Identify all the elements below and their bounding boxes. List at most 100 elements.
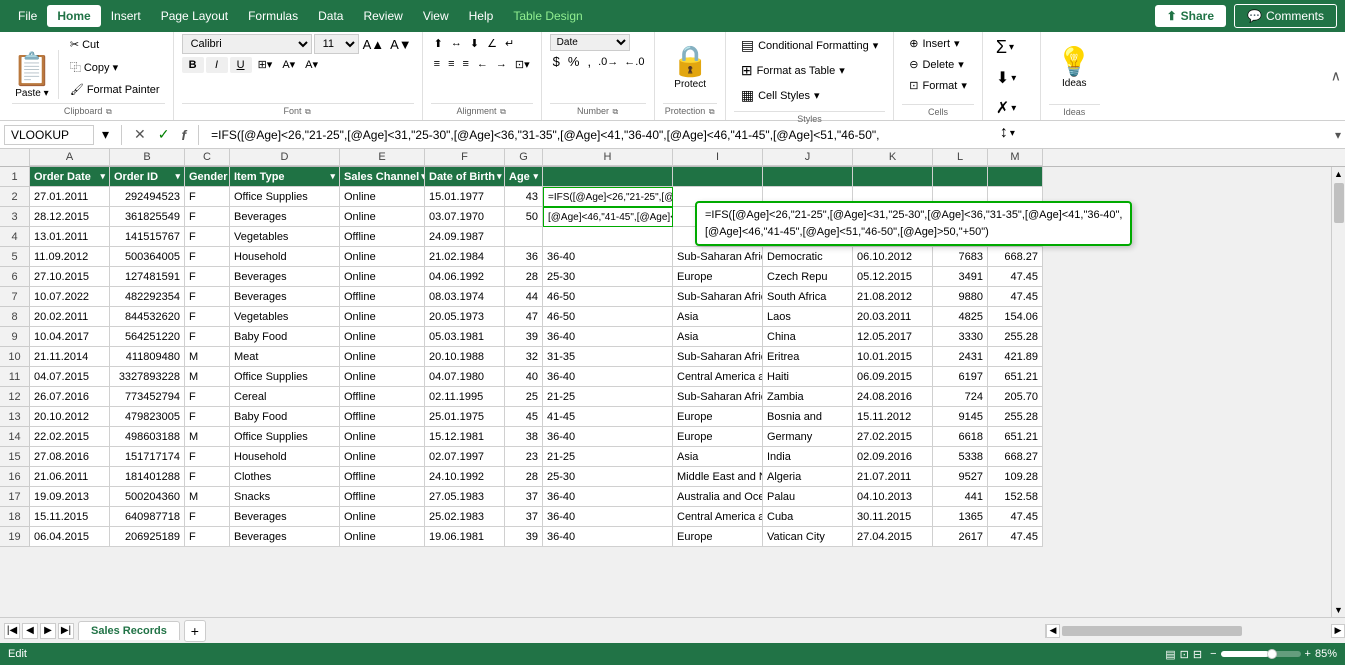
wrap-text-button[interactable]: ↵ <box>502 34 517 53</box>
cell-M7[interactable]: 47.45 <box>988 287 1043 307</box>
cell-J1[interactable] <box>763 167 853 187</box>
cell-L13[interactable]: 9145 <box>933 407 988 427</box>
percent-button[interactable]: % <box>565 53 583 70</box>
font-color-button[interactable]: A▾ <box>301 56 322 73</box>
cell-M19[interactable]: 47.45 <box>988 527 1043 547</box>
cell-B15[interactable]: 151717174 <box>110 447 185 467</box>
cancel-formula-button[interactable]: ✕ <box>130 125 150 144</box>
cell-H2[interactable]: =IFS([@Age]<26,"21-25",[@Age]<31,"25-30"… <box>543 187 673 207</box>
protection-expand[interactable]: ⧉ <box>708 106 716 117</box>
cell-G19[interactable]: 39 <box>505 527 543 547</box>
cell-M9[interactable]: 255.28 <box>988 327 1043 347</box>
paste-label[interactable]: Paste ▾ <box>15 88 48 99</box>
cell-K10[interactable]: 10.01.2015 <box>853 347 933 367</box>
menu-view[interactable]: View <box>413 5 459 27</box>
cell-J9[interactable]: China <box>763 327 853 347</box>
cell-E11[interactable]: Online <box>340 367 425 387</box>
cell-C13[interactable]: F <box>185 407 230 427</box>
row-number[interactable]: 3 <box>0 207 30 227</box>
scroll-thumb[interactable] <box>1334 183 1344 223</box>
align-middle-button[interactable]: ↔ <box>448 34 465 53</box>
cell-C8[interactable]: F <box>185 307 230 327</box>
bold-button[interactable]: B <box>182 57 204 73</box>
cell-B7[interactable]: 482292354 <box>110 287 185 307</box>
confirm-formula-button[interactable]: ✓ <box>154 125 174 144</box>
cell-K17[interactable]: 04.10.2013 <box>853 487 933 507</box>
cell-F5[interactable]: 21.02.1984 <box>425 247 505 267</box>
cell-D1[interactable]: Item Type▾ <box>230 167 340 187</box>
horizontal-scrollbar[interactable]: ◀ ▶ <box>1045 624 1345 638</box>
cell-J14[interactable]: Germany <box>763 427 853 447</box>
cell-D10[interactable]: Meat <box>230 347 340 367</box>
cell-I7[interactable]: Sub-Saharan Africa <box>673 287 763 307</box>
cell-D11[interactable]: Office Supplies <box>230 367 340 387</box>
row-number[interactable]: 8 <box>0 307 30 327</box>
cell-F17[interactable]: 27.05.1983 <box>425 487 505 507</box>
row-number[interactable]: 12 <box>0 387 30 407</box>
cell-F13[interactable]: 25.01.1975 <box>425 407 505 427</box>
cell-H15[interactable]: 21-25 <box>543 447 673 467</box>
align-center-button[interactable]: ≡ <box>445 55 457 74</box>
cell-L16[interactable]: 9527 <box>933 467 988 487</box>
font-name-select[interactable]: Calibri <box>182 34 312 54</box>
row-number[interactable]: 19 <box>0 527 30 547</box>
cell-D8[interactable]: Vegetables <box>230 307 340 327</box>
cell-A8[interactable]: 20.02.2011 <box>30 307 110 327</box>
cell-M10[interactable]: 421.89 <box>988 347 1043 367</box>
cell-J11[interactable]: Haiti <box>763 367 853 387</box>
cell-E4[interactable]: Offline <box>340 227 425 247</box>
cell-L14[interactable]: 6618 <box>933 427 988 447</box>
cell-B14[interactable]: 498603188 <box>110 427 185 447</box>
cell-J7[interactable]: South Africa <box>763 287 853 307</box>
cell-L12[interactable]: 724 <box>933 387 988 407</box>
cell-B18[interactable]: 640987718 <box>110 507 185 527</box>
scroll-up-button[interactable]: ▲ <box>1332 167 1345 181</box>
cell-E17[interactable]: Offline <box>340 487 425 507</box>
decrease-decimal-button[interactable]: ←.0 <box>622 55 646 69</box>
sheet-tab-sales-records[interactable]: Sales Records <box>78 621 180 640</box>
cell-J15[interactable]: India <box>763 447 853 467</box>
cell-C5[interactable]: F <box>185 247 230 267</box>
cell-C3[interactable]: F <box>185 207 230 227</box>
cell-styles-button[interactable]: ▦ Cell Styles ▾ <box>734 84 827 107</box>
formula-bar-expand-icon[interactable]: ▾ <box>98 124 113 145</box>
row-number[interactable]: 10 <box>0 347 30 367</box>
cell-D5[interactable]: Household <box>230 247 340 267</box>
row-number[interactable]: 9 <box>0 327 30 347</box>
scroll-down-button[interactable]: ▼ <box>1332 603 1345 617</box>
cell-K7[interactable]: 21.08.2012 <box>853 287 933 307</box>
cell-I9[interactable]: Asia <box>673 327 763 347</box>
cell-G8[interactable]: 47 <box>505 307 543 327</box>
decrease-indent-button[interactable]: ← <box>474 55 491 74</box>
cell-B11[interactable]: 3327893228 <box>110 367 185 387</box>
cell-E3[interactable]: Online <box>340 207 425 227</box>
cell-C15[interactable]: F <box>185 447 230 467</box>
cell-D7[interactable]: Beverages <box>230 287 340 307</box>
cell-H19[interactable]: 36-40 <box>543 527 673 547</box>
cell-D17[interactable]: Snacks <box>230 487 340 507</box>
row-number[interactable]: 6 <box>0 267 30 287</box>
cell-F11[interactable]: 04.07.1980 <box>425 367 505 387</box>
cell-M18[interactable]: 47.45 <box>988 507 1043 527</box>
sheet-last-button[interactable]: ▶| <box>58 623 74 639</box>
row-number[interactable]: 1 <box>0 167 30 187</box>
align-bottom-button[interactable]: ⬇ <box>467 34 482 53</box>
cell-J8[interactable]: Laos <box>763 307 853 327</box>
border-button[interactable]: ⊞▾ <box>254 56 277 73</box>
row-number[interactable]: 4 <box>0 227 30 247</box>
cell-H1[interactable] <box>543 167 673 187</box>
cell-F16[interactable]: 24.10.1992 <box>425 467 505 487</box>
menu-insert[interactable]: Insert <box>101 5 151 27</box>
row-number[interactable]: 2 <box>0 187 30 207</box>
cell-C10[interactable]: M <box>185 347 230 367</box>
cell-F12[interactable]: 02.11.1995 <box>425 387 505 407</box>
cell-C2[interactable]: F <box>185 187 230 207</box>
cell-G18[interactable]: 37 <box>505 507 543 527</box>
cell-H11[interactable]: 36-40 <box>543 367 673 387</box>
increase-indent-button[interactable]: → <box>493 55 510 74</box>
cell-D3[interactable]: Beverages <box>230 207 340 227</box>
menu-table-design[interactable]: Table Design <box>503 5 592 27</box>
cell-C1[interactable]: Gender▾ <box>185 167 230 187</box>
cell-A14[interactable]: 22.02.2015 <box>30 427 110 447</box>
col-header-M[interactable]: M <box>988 149 1043 166</box>
